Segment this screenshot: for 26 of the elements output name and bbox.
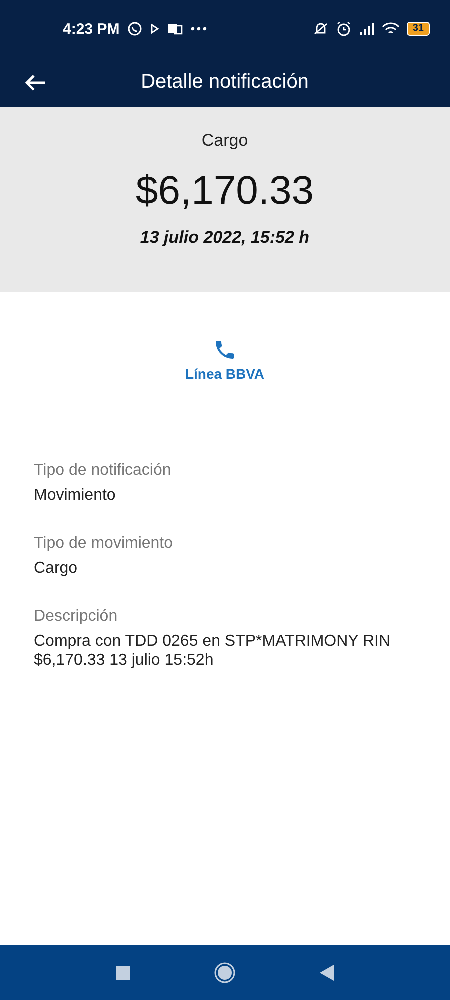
alarm-icon bbox=[336, 21, 352, 37]
transaction-type: Cargo bbox=[202, 131, 248, 151]
recents-icon[interactable] bbox=[116, 966, 130, 980]
field-label: Descripción bbox=[34, 608, 119, 626]
amount: $6,170.33 bbox=[136, 169, 314, 214]
home-icon[interactable] bbox=[214, 962, 236, 984]
status-time: 4:23 PM bbox=[63, 20, 120, 38]
muted-bell-icon bbox=[312, 21, 329, 37]
battery-indicator: 31 bbox=[406, 22, 430, 36]
field-value: Cargo bbox=[34, 559, 79, 578]
back-arrow-icon bbox=[24, 74, 46, 92]
signal-icon bbox=[358, 22, 375, 36]
contact-link[interactable]: Línea BBVA bbox=[185, 366, 265, 382]
field-label: Tipo de notificación bbox=[34, 462, 172, 480]
field-label: Tipo de movimiento bbox=[34, 535, 174, 553]
back-icon[interactable] bbox=[320, 964, 334, 980]
screen-title: Detalle notificación bbox=[140, 71, 310, 94]
chat-icon bbox=[126, 21, 143, 37]
play-icon bbox=[150, 23, 160, 35]
field-value: Movimiento bbox=[34, 486, 117, 505]
phone-icon[interactable] bbox=[213, 338, 237, 362]
more-icon bbox=[190, 26, 208, 32]
wifi-icon bbox=[382, 22, 400, 36]
field-value: Compra con TDD 0265 en STP*MATRIMONY RIN $6,170.33 13 julio 15:52h bbox=[34, 632, 392, 670]
back-button[interactable] bbox=[24, 74, 46, 92]
transaction-date: 13 julio 2022, 15:52 h bbox=[140, 228, 310, 248]
